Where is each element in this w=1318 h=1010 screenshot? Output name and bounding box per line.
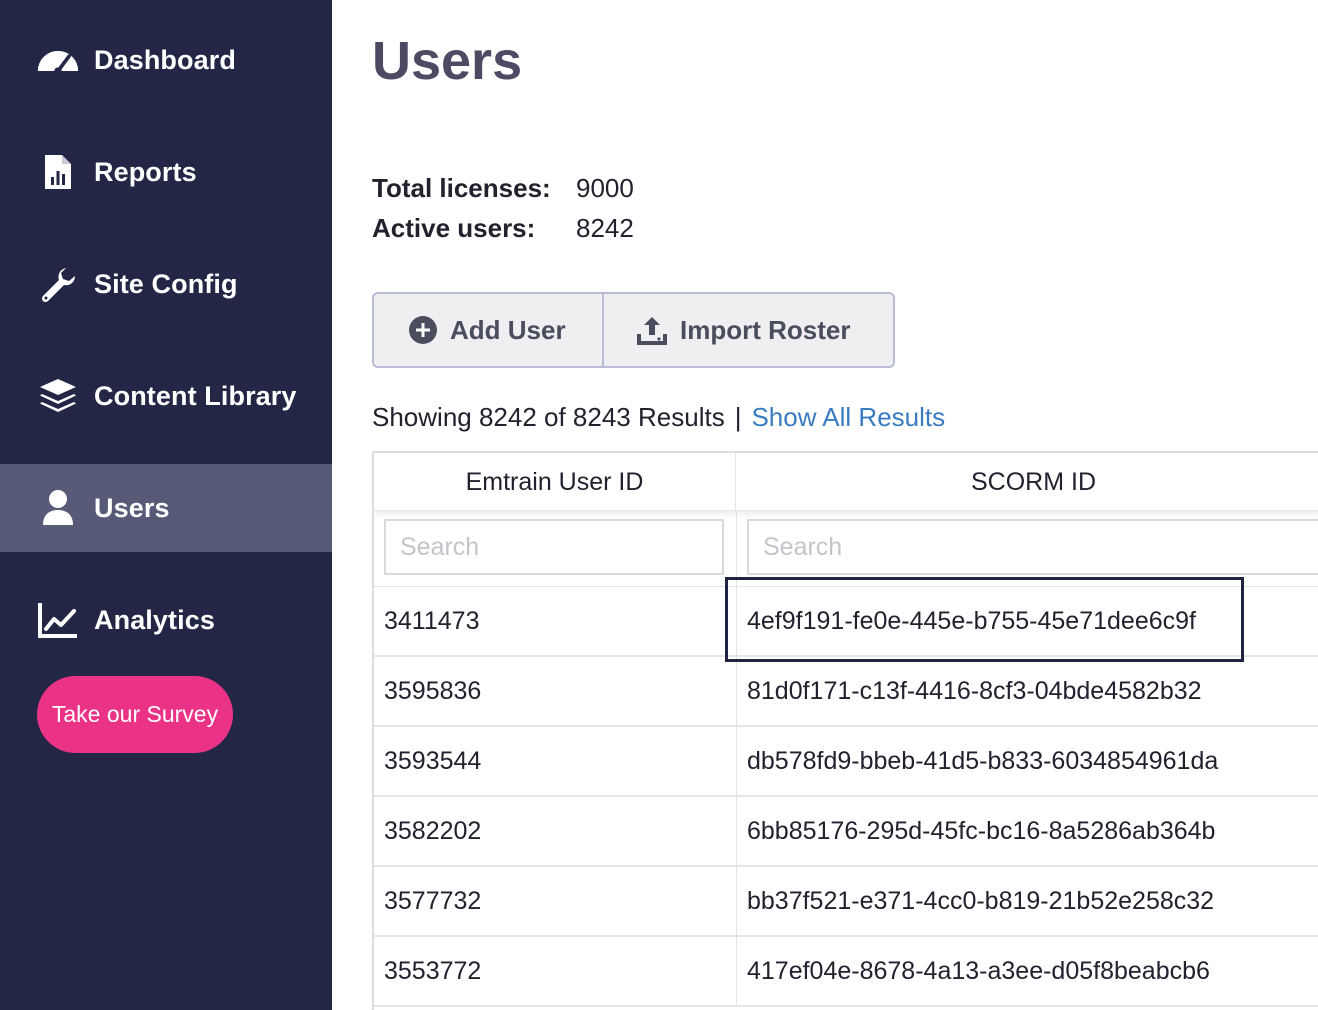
results-separator: | bbox=[734, 402, 742, 432]
user-id-search-input[interactable] bbox=[384, 519, 724, 575]
scorm-id-cell: 417ef04e-8678-4a13-a3ee-d05f8beabcb6 bbox=[747, 956, 1210, 985]
sidebar-item-label: Content Library bbox=[94, 380, 297, 411]
report-file-icon bbox=[36, 150, 80, 194]
scorm-id-cell: bb37f521-e371-4cc0-b819-21b52e258c32 bbox=[747, 886, 1215, 915]
line-chart-icon bbox=[36, 598, 80, 642]
table-row[interactable]: 3593544 db578fd9-bbeb-41d5-b833-60348549… bbox=[374, 727, 1318, 797]
sidebar-item-analytics[interactable]: Analytics bbox=[0, 576, 332, 664]
add-user-button[interactable]: Add User bbox=[374, 294, 604, 366]
sidebar-item-users[interactable]: Users bbox=[0, 464, 332, 552]
user-id-cell: 3577732 bbox=[384, 886, 482, 915]
users-table: Emtrain User ID SCORM ID 3411473 4ef9f19… bbox=[372, 451, 1318, 1010]
table-header: Emtrain User ID SCORM ID bbox=[374, 453, 1318, 511]
scorm-id-search-input[interactable] bbox=[747, 519, 1318, 575]
column-divider bbox=[736, 797, 737, 867]
user-id-cell: 3411473 bbox=[384, 606, 480, 635]
sidebar: Dashboard Reports Site Config Content Li… bbox=[0, 0, 332, 1010]
table-row[interactable]: 3595836 81d0f171-c13f-4416-8cf3-04bde458… bbox=[374, 657, 1318, 727]
table-row[interactable]: 3411473 4ef9f191-fe0e-445e-b755-45e71dee… bbox=[374, 587, 1318, 657]
active-users-value: 8242 bbox=[576, 213, 634, 243]
import-roster-button[interactable]: Import Roster bbox=[604, 294, 893, 366]
sidebar-item-label: Analytics bbox=[94, 604, 215, 635]
add-user-label: Add User bbox=[450, 314, 566, 345]
plus-circle-icon bbox=[408, 315, 438, 345]
sidebar-item-label: Reports bbox=[94, 156, 197, 187]
user-id-cell: 3553772 bbox=[384, 956, 482, 985]
take-survey-button[interactable]: Take our Survey bbox=[37, 676, 233, 753]
column-header-scorm-id[interactable]: SCORM ID bbox=[736, 453, 1318, 511]
user-actions-group: Add User Import Roster bbox=[372, 292, 895, 368]
column-divider bbox=[736, 867, 737, 937]
user-icon bbox=[36, 486, 80, 530]
upload-icon bbox=[636, 314, 668, 346]
user-id-cell: 3582202 bbox=[384, 816, 482, 845]
user-id-cell: 3593544 bbox=[384, 746, 482, 775]
wrench-icon bbox=[36, 262, 80, 306]
table-row[interactable]: 3577732 bb37f521-e371-4cc0-b819-21b52e25… bbox=[374, 867, 1318, 937]
filter-row bbox=[374, 511, 1318, 587]
column-header-emtrain-user-id[interactable]: Emtrain User ID bbox=[374, 453, 736, 511]
sidebar-item-content-library[interactable]: Content Library bbox=[0, 352, 332, 440]
layers-icon bbox=[36, 374, 80, 418]
table-row[interactable]: 3582202 6bb85176-295d-45fc-bc16-8a5286ab… bbox=[374, 797, 1318, 867]
scorm-id-cell: 81d0f171-c13f-4416-8cf3-04bde4582b32 bbox=[747, 676, 1202, 705]
user-id-cell: 3595836 bbox=[384, 676, 482, 705]
scorm-id-cell: db578fd9-bbeb-41d5-b833-6034854961da bbox=[747, 746, 1219, 775]
show-all-results-link[interactable]: Show All Results bbox=[751, 402, 945, 432]
table-body: 3411473 4ef9f191-fe0e-445e-b755-45e71dee… bbox=[374, 587, 1318, 1007]
sidebar-item-site-config[interactable]: Site Config bbox=[0, 240, 332, 328]
sidebar-item-label: Dashboard bbox=[94, 44, 236, 75]
column-divider bbox=[736, 937, 737, 1007]
scorm-id-cell: 4ef9f191-fe0e-445e-b755-45e71dee6c9f bbox=[747, 606, 1196, 635]
table-row[interactable]: 3553772 417ef04e-8678-4a13-a3ee-d05f8bea… bbox=[374, 937, 1318, 1007]
sidebar-item-label: Site Config bbox=[94, 268, 238, 299]
total-licenses-label: Total licenses: bbox=[372, 173, 551, 203]
sidebar-item-reports[interactable]: Reports bbox=[0, 128, 332, 216]
column-divider bbox=[736, 587, 737, 657]
sidebar-item-label: Users bbox=[94, 492, 170, 523]
scorm-id-cell: 6bb85176-295d-45fc-bc16-8a5286ab364b bbox=[747, 816, 1216, 845]
column-divider bbox=[736, 511, 737, 587]
import-roster-label: Import Roster bbox=[680, 314, 851, 345]
results-summary-line: Showing 8242 of 8243 Results | Show All Re… bbox=[372, 402, 945, 433]
dashboard-gauge-icon bbox=[36, 38, 80, 82]
sidebar-item-dashboard[interactable]: Dashboard bbox=[0, 16, 332, 104]
column-divider bbox=[736, 657, 737, 727]
total-licenses-value: 9000 bbox=[576, 173, 634, 203]
column-divider bbox=[736, 727, 737, 797]
page-title: Users bbox=[372, 31, 523, 91]
results-count-text: Showing 8242 of 8243 Results bbox=[372, 402, 725, 432]
active-users-label: Active users: bbox=[372, 213, 536, 243]
